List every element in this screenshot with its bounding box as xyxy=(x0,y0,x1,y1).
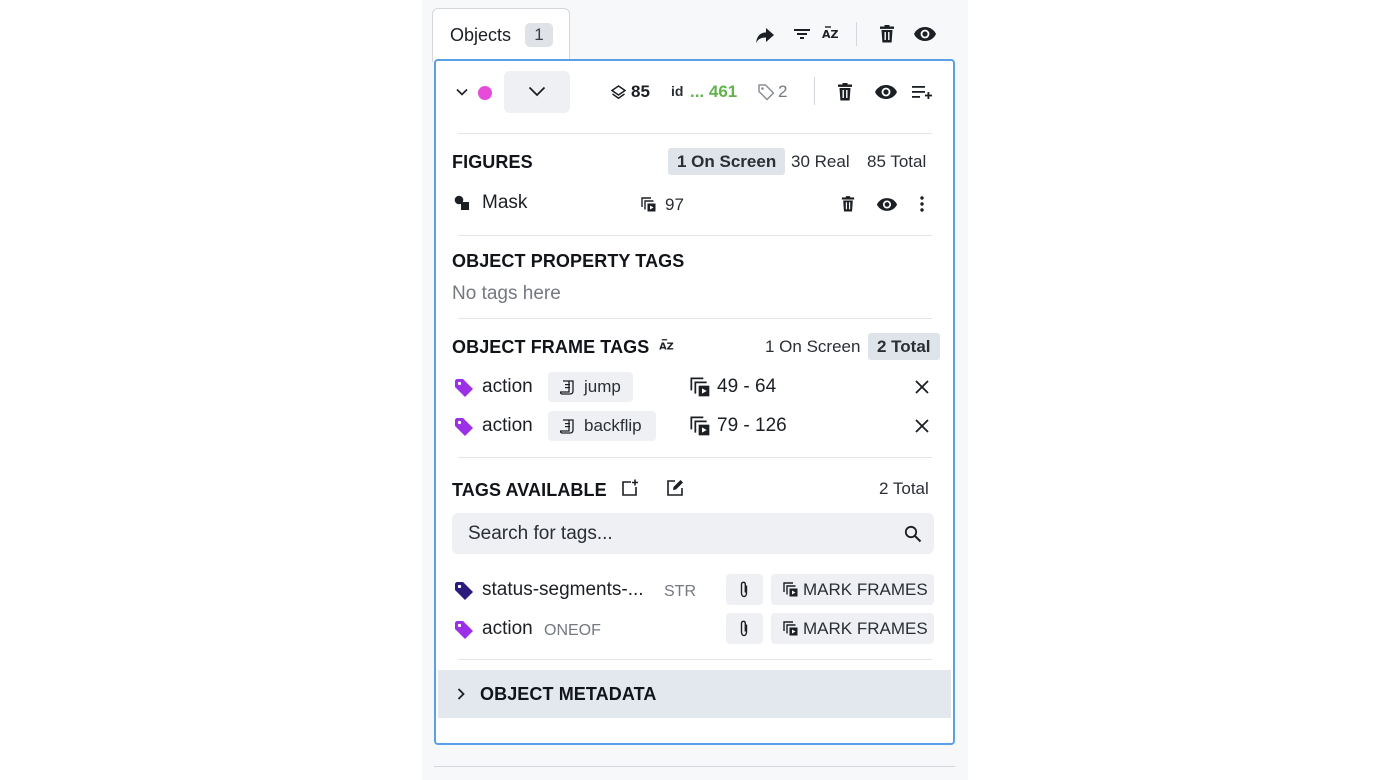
search-icon xyxy=(904,525,922,543)
tag-icon xyxy=(453,416,475,438)
object-id[interactable]: ... 461 xyxy=(690,82,737,102)
section-divider xyxy=(458,133,932,134)
tags-available-heading: TAGS AVAILABLE xyxy=(452,480,607,500)
trash-icon[interactable] xyxy=(876,22,898,46)
figures-heading: FIGURES xyxy=(452,152,533,172)
section-divider xyxy=(458,235,932,236)
available-tag-type: ONEOF xyxy=(544,622,601,639)
frame-tags-sort-az-icon[interactable]: AZ xyxy=(658,336,678,356)
frame-tag-value: jump xyxy=(584,377,621,396)
svg-text:AZ: AZ xyxy=(822,28,839,41)
paperclip-icon xyxy=(740,581,748,598)
figure-frame-count: 97 xyxy=(665,195,684,214)
available-tag-type: STR xyxy=(664,583,696,600)
layers-count: 85 xyxy=(631,82,650,101)
tag-outline-icon xyxy=(756,82,776,102)
section-divider xyxy=(458,318,932,319)
filter-icon[interactable] xyxy=(790,22,814,46)
tag-icon xyxy=(453,619,475,641)
add-tag-icon[interactable] xyxy=(619,477,641,499)
mask-shape-icon xyxy=(453,194,471,212)
frame-tag-value-chip[interactable]: backflip xyxy=(548,411,656,441)
frames-range-icon xyxy=(689,415,711,437)
remove-tag-close-icon[interactable] xyxy=(912,416,932,436)
mark-frames-label: MARK FRAMES xyxy=(803,619,928,638)
svg-text:AZ: AZ xyxy=(659,342,674,353)
tag-icon xyxy=(453,580,475,602)
panel-bottom-border xyxy=(434,766,955,767)
header-divider xyxy=(814,77,815,105)
figure-name[interactable]: Mask xyxy=(482,192,527,214)
tag-search-input[interactable]: Search for tags... xyxy=(452,513,934,554)
tag-search-placeholder: Search for tags... xyxy=(468,523,613,544)
tags-available-total: 2 Total xyxy=(879,479,929,498)
property-tags-heading: OBJECT PROPERTY TAGS xyxy=(452,251,685,271)
figures-filter-total[interactable]: 85 Total xyxy=(858,148,935,175)
chevron-right-icon xyxy=(457,688,465,700)
frame-tags-filter-on-screen[interactable]: 1 On Screen xyxy=(756,333,869,360)
figures-filter-real[interactable]: 30 Real xyxy=(782,148,859,175)
objects-panel: Objects 1 AZ 85 id ... 461 2 FIGURES 1 O… xyxy=(422,0,968,780)
frames-icon xyxy=(783,621,798,636)
tab-label: Objects xyxy=(450,25,512,45)
frames-icon xyxy=(783,582,798,597)
frame-tag-name: action xyxy=(482,415,533,436)
text-value-icon xyxy=(560,419,574,434)
tag-icon xyxy=(453,377,475,399)
object-color-dot xyxy=(478,86,492,100)
collapse-chevron-icon[interactable] xyxy=(454,83,470,101)
layers-icon xyxy=(610,83,626,101)
object-visibility-icon[interactable] xyxy=(873,81,899,103)
delete-object-icon[interactable] xyxy=(835,81,855,103)
object-metadata-expander[interactable]: OBJECT METADATA xyxy=(438,670,951,718)
tags-count: 2 xyxy=(778,82,788,101)
attach-tag-button[interactable] xyxy=(726,613,763,644)
share-arrow-icon[interactable] xyxy=(752,22,778,48)
tab-objects[interactable]: Objects 1 xyxy=(432,8,570,62)
frame-tag-value: backflip xyxy=(584,416,642,435)
frame-tags-filter-total[interactable]: 2 Total xyxy=(868,333,940,360)
sort-az-icon[interactable]: AZ xyxy=(820,22,844,46)
toolbar-divider xyxy=(856,22,857,46)
object-card: 85 id ... 461 2 FIGURES 1 On Screen 30 R… xyxy=(434,59,955,745)
frame-tag-range: 49 - 64 xyxy=(717,376,777,397)
class-dropdown-button[interactable] xyxy=(504,71,570,113)
remove-tag-close-icon[interactable] xyxy=(912,377,932,397)
eye-icon[interactable] xyxy=(912,22,938,46)
attach-tag-button[interactable] xyxy=(726,574,763,605)
figures-filter-on-screen[interactable]: 1 On Screen xyxy=(668,148,786,175)
text-value-icon xyxy=(560,380,574,395)
available-tag-name[interactable]: action xyxy=(482,618,533,640)
figure-delete-icon[interactable] xyxy=(839,194,857,214)
object-metadata-heading: OBJECT METADATA xyxy=(480,684,657,704)
section-divider xyxy=(458,659,932,660)
chevron-down-icon xyxy=(528,86,546,97)
frame-tags-heading: OBJECT FRAME TAGS xyxy=(452,337,650,357)
frames-range-icon xyxy=(689,376,711,398)
frames-icon xyxy=(639,195,657,213)
mark-frames-button[interactable]: MARK FRAMES xyxy=(771,574,934,605)
frame-tag-name: action xyxy=(482,376,533,397)
add-to-list-icon[interactable] xyxy=(910,81,934,103)
paperclip-icon xyxy=(740,620,748,637)
edit-tags-icon[interactable] xyxy=(664,477,686,499)
available-tag-name[interactable]: status-segments-... xyxy=(482,579,644,601)
section-divider xyxy=(458,457,932,458)
id-label: id xyxy=(671,83,684,99)
figure-visibility-icon[interactable] xyxy=(875,194,899,214)
more-vertical-icon[interactable] xyxy=(915,194,929,214)
property-tags-empty: No tags here xyxy=(452,283,561,304)
frame-tag-range: 79 - 126 xyxy=(717,415,787,436)
mark-frames-button[interactable]: MARK FRAMES xyxy=(771,613,934,644)
frame-tag-value-chip[interactable]: jump xyxy=(548,372,633,402)
mark-frames-label: MARK FRAMES xyxy=(803,580,928,599)
tab-count-badge: 1 xyxy=(525,23,553,47)
